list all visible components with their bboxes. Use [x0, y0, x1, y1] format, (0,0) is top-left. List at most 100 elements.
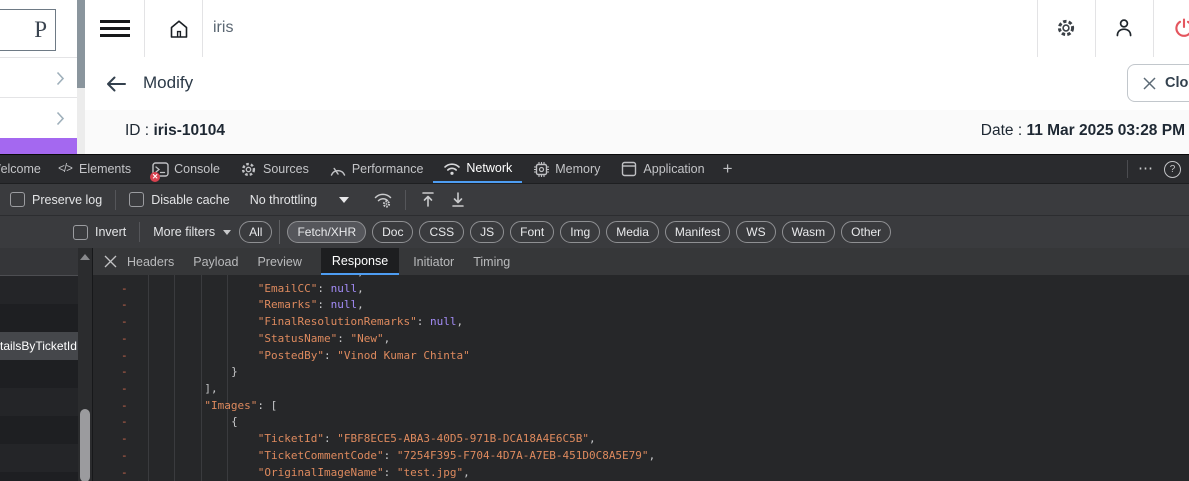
filter-pill-other[interactable]: Other: [841, 221, 891, 243]
divider: [405, 190, 406, 210]
page-title: iris: [213, 19, 233, 37]
fold-marker[interactable]: -: [121, 381, 128, 398]
settings-button[interactable]: [1044, 14, 1088, 42]
preserve-log-label[interactable]: Preserve log: [32, 193, 102, 207]
tab-console[interactable]: ✕ Console: [141, 155, 230, 183]
detail-tab-payload[interactable]: Payload: [193, 248, 238, 275]
fold-marker[interactable]: -: [121, 465, 128, 481]
request-row[interactable]: [0, 472, 78, 481]
disable-cache-label[interactable]: Disable cache: [151, 193, 230, 207]
filter-pill-doc[interactable]: Doc: [372, 221, 413, 243]
json-text: "Remarks": null,: [258, 297, 364, 314]
filter-pill-fetchxhr[interactable]: Fetch/XHR: [287, 221, 366, 243]
json-lines: -"EmailTo": null,-"EmailCC": null,-"Rema…: [93, 275, 1189, 481]
tab-memory[interactable]: Memory: [522, 155, 610, 183]
menu-icon[interactable]: [100, 20, 130, 37]
request-row[interactable]: tailsByTicketId: [0, 332, 78, 360]
request-row[interactable]: [0, 444, 78, 472]
filter-pill-media[interactable]: Media: [606, 221, 659, 243]
divider: [139, 222, 140, 242]
request-row[interactable]: [0, 388, 78, 416]
tab-performance[interactable]: Performance: [319, 155, 434, 183]
profile-button[interactable]: [1102, 14, 1146, 42]
throttling-select[interactable]: No throttling: [250, 193, 317, 207]
chip-icon: [532, 160, 550, 178]
tab-application[interactable]: Application: [610, 155, 714, 183]
tab-sources[interactable]: Sources: [230, 155, 319, 183]
arrow-left-icon: [106, 76, 126, 92]
filter-pill-js[interactable]: JS: [470, 221, 504, 243]
detail-tab-headers[interactable]: Headers: [127, 248, 174, 275]
fold-marker[interactable]: -: [121, 281, 128, 298]
request-row[interactable]: [0, 360, 78, 388]
plus-icon: +: [723, 159, 733, 179]
import-har-button[interactable]: [416, 188, 440, 212]
fold-marker[interactable]: -: [121, 348, 128, 365]
detail-tab-response[interactable]: Response: [321, 248, 399, 275]
gauge-icon: [329, 160, 347, 178]
request-row[interactable]: [0, 276, 78, 304]
invert-checkbox[interactable]: [73, 225, 88, 240]
fold-marker[interactable]: -: [121, 448, 128, 465]
sources-icon: [240, 160, 258, 178]
scrollbar-thumb[interactable]: [80, 409, 90, 481]
wifi-gear-icon: [373, 191, 393, 208]
home-button[interactable]: [157, 15, 201, 43]
fold-marker[interactable]: -: [121, 314, 128, 331]
filter-pill-css[interactable]: CSS: [419, 221, 464, 243]
close-button[interactable]: Close: [1127, 64, 1189, 102]
page-scrollbar[interactable]: [77, 0, 85, 154]
invert-label[interactable]: Invert: [95, 225, 126, 239]
filter-pill-manifest[interactable]: Manifest: [665, 221, 730, 243]
json-text: {: [231, 414, 238, 431]
divider: [1127, 160, 1128, 178]
help-button[interactable]: ?: [1164, 161, 1181, 178]
caret-down-icon[interactable]: [339, 197, 349, 203]
detail-tab-preview[interactable]: Preview: [257, 248, 301, 275]
close-detail-button[interactable]: [93, 248, 127, 275]
filter-pill-font[interactable]: Font: [510, 221, 554, 243]
scroll-up-arrow-icon[interactable]: [80, 254, 90, 260]
ticket-meta-row: ID : iris-10104 Date : 11 Mar 2025 03:28…: [85, 110, 1189, 154]
fold-marker[interactable]: -: [121, 297, 128, 314]
more-tabs-button[interactable]: +: [715, 155, 741, 183]
json-text: "TicketCommentCode": "7254F395-F704-4D7A…: [258, 448, 655, 465]
fold-marker[interactable]: -: [121, 364, 128, 381]
divider: [279, 220, 280, 244]
sidebar-row-2[interactable]: [0, 97, 77, 139]
back-button[interactable]: [104, 72, 128, 96]
top-header: iris: [85, 0, 1189, 58]
filter-pill-ws[interactable]: WS: [736, 221, 775, 243]
close-label: Close: [1165, 75, 1189, 91]
fold-marker[interactable]: -: [121, 414, 128, 431]
request-list-scrollbar[interactable]: [78, 248, 92, 481]
fold-marker[interactable]: -: [121, 398, 128, 415]
disable-cache-checkbox[interactable]: [129, 192, 144, 207]
export-har-button[interactable]: [446, 188, 470, 212]
caret-down-icon[interactable]: [223, 230, 231, 235]
page-scrollbar-thumb[interactable]: [77, 0, 85, 88]
tab-network[interactable]: Network: [433, 155, 522, 183]
network-conditions-button[interactable]: [371, 188, 395, 212]
preserve-log-checkbox[interactable]: [10, 192, 25, 207]
json-line: -],: [93, 381, 1189, 398]
logout-button[interactable]: [1162, 14, 1189, 42]
detail-tab-initiator[interactable]: Initiator: [413, 248, 454, 275]
network-main: tailsByTicketId Headers Payload Preview Res…: [0, 248, 1189, 481]
tab-elements[interactable]: </> Elements: [46, 155, 141, 183]
detail-tab-timing[interactable]: Timing: [473, 248, 510, 275]
sidebar-row-1[interactable]: [0, 57, 77, 98]
fold-marker[interactable]: -: [121, 431, 128, 448]
filter-pill-wasm[interactable]: Wasm: [782, 221, 836, 243]
fold-marker[interactable]: -: [121, 331, 128, 348]
sidebar-selected-item[interactable]: [0, 138, 77, 154]
request-row[interactable]: [0, 304, 78, 332]
error-badge: ✕: [150, 172, 160, 182]
filter-pill-all[interactable]: All: [239, 221, 272, 243]
more-filters-button[interactable]: More filters: [153, 225, 215, 239]
more-options-button[interactable]: ⋯: [1138, 164, 1154, 174]
tab-welcome[interactable]: Welcome: [0, 155, 46, 183]
filter-pill-img[interactable]: Img: [560, 221, 600, 243]
arrow-down-bar-icon: [450, 191, 466, 208]
request-row[interactable]: [0, 416, 78, 444]
